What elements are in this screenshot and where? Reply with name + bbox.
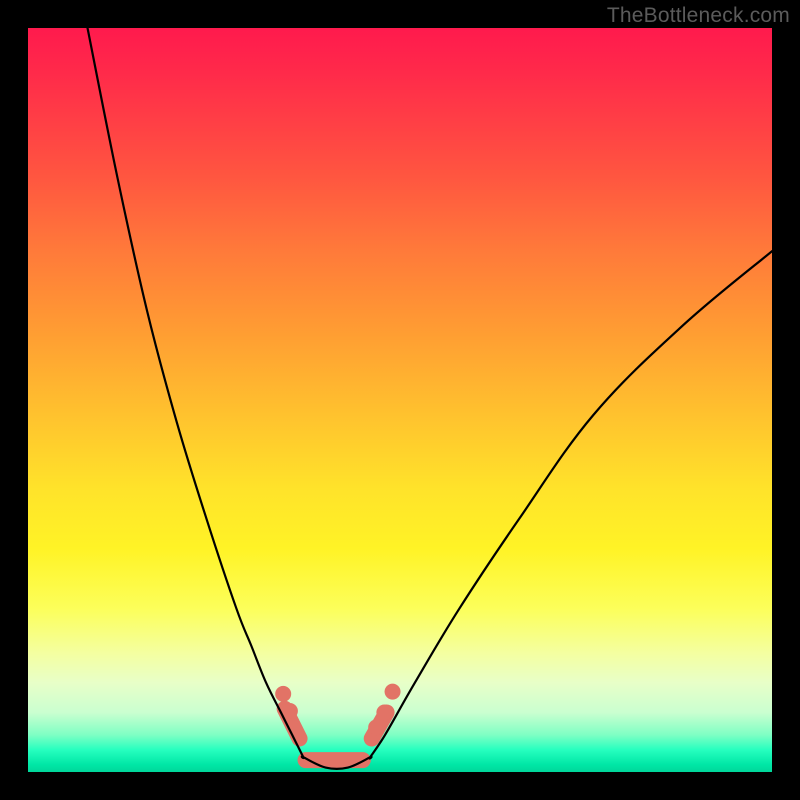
curve-layer xyxy=(28,28,772,772)
curve-group xyxy=(88,28,772,769)
salmon-dot-1 xyxy=(282,703,298,719)
salmon-highlight-group xyxy=(275,684,400,760)
salmon-dot-2 xyxy=(368,719,384,735)
salmon-dot-0 xyxy=(275,686,291,702)
salmon-dot-4 xyxy=(385,684,401,700)
chart-frame: TheBottleneck.com xyxy=(0,0,800,800)
plot-area xyxy=(28,28,772,772)
salmon-dot-3 xyxy=(376,704,392,720)
watermark-text: TheBottleneck.com xyxy=(607,4,790,28)
bottleneck-curve xyxy=(88,28,772,769)
